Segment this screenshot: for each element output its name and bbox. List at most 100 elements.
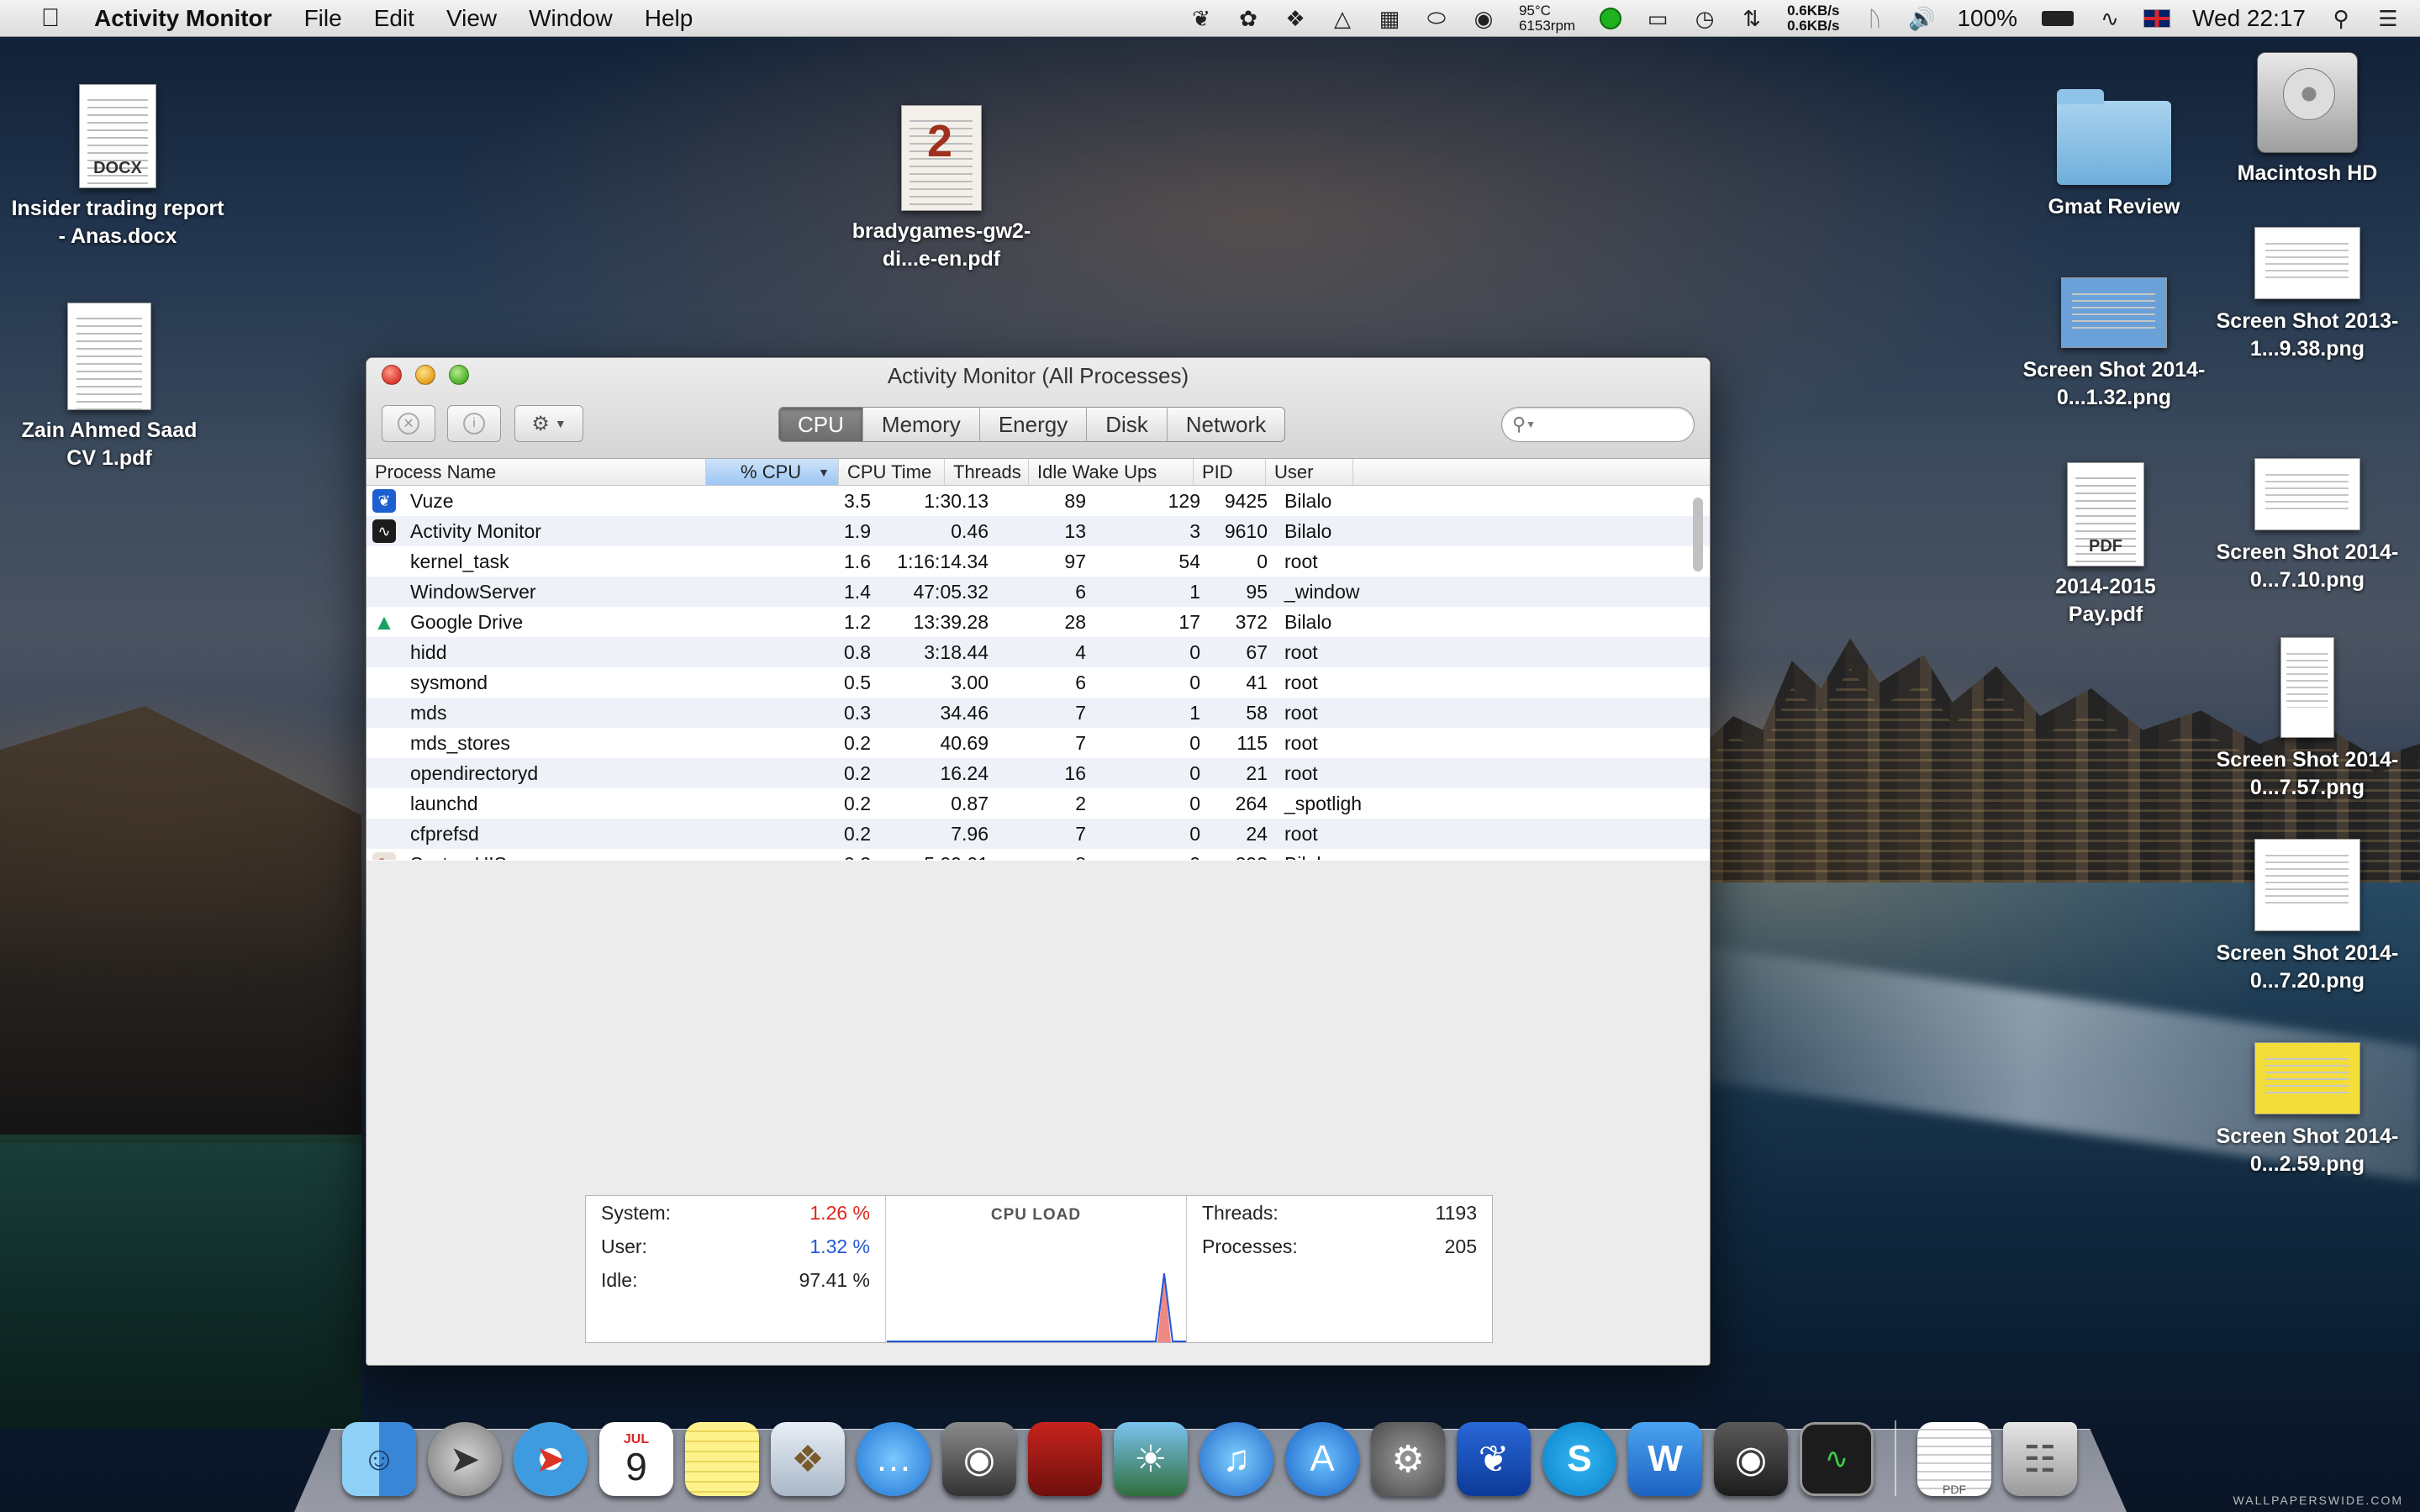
table-row[interactable]: ∿ Activity Monitor 1.9 0.46 13 3 9610 Bilalo <box>366 516 1710 546</box>
pid: 67 <box>1246 640 1268 663</box>
notes-icon[interactable] <box>685 1422 759 1496</box>
menu-view[interactable]: View <box>446 5 497 32</box>
table-row[interactable]: cfprefsd 0.2 7.96 7 0 24 root <box>366 819 1710 849</box>
column-pid[interactable]: PID <box>1194 459 1266 485</box>
network-speed-readout[interactable]: 0.6KB/s 0.6KB/s <box>1787 3 1839 34</box>
user: root <box>1284 731 1318 754</box>
temperature-fan-readout[interactable]: 95°C 6153rpm <box>1519 3 1575 34</box>
google-drive-status-icon[interactable]: △ <box>1329 6 1356 31</box>
table-row[interactable]: opendirectoryd 0.2 16.24 16 0 21 root <box>366 758 1710 788</box>
table-row[interactable]: launchd 0.2 0.87 2 0 264 _spotligh <box>366 788 1710 819</box>
desktop-screenshot-6[interactable]: Screen Shot 2014-0...2.59.png <box>2202 1042 2412 1178</box>
fan-icon[interactable]: ✿ <box>1235 6 1262 31</box>
safari-icon[interactable]: ➤ <box>514 1422 588 1496</box>
steam-icon[interactable]: ◉ <box>1714 1422 1788 1496</box>
bluetooth-icon[interactable]: ᚢ <box>1861 6 1888 31</box>
notification-center-icon[interactable]: ☰ <box>2375 6 2402 31</box>
fan-speed-readout: 6153rpm <box>1518 18 1576 34</box>
window-manager-icon[interactable]: ▦ <box>1376 6 1403 31</box>
idle-wake-ups: 0 <box>1189 822 1200 845</box>
table-row[interactable]: ✎ SystemUIServer0.25:09.0180293Bilalo <box>366 849 1710 860</box>
time-machine-icon[interactable]: ◷ <box>1691 6 1718 31</box>
quit-process-button[interactable]: ✕ <box>382 405 435 442</box>
squirrel-icon[interactable]: ❦ <box>1188 6 1215 31</box>
skype-icon[interactable]: S <box>1542 1422 1616 1496</box>
tab-network[interactable]: Network <box>1168 408 1284 441</box>
column-process-name[interactable]: Process Name <box>366 459 706 485</box>
table-row[interactable]: sysmond 0.5 3.00 6 0 41 root <box>366 667 1710 698</box>
inspect-process-button[interactable]: i <box>447 405 501 442</box>
scrollbar-thumb[interactable] <box>1693 498 1703 572</box>
facetime-icon[interactable]: ◉ <box>942 1422 1016 1496</box>
desktop-screenshot-4[interactable]: Screen Shot 2014-0...7.57.png <box>2202 637 2412 802</box>
iphoto-icon[interactable]: ☀ <box>1114 1422 1188 1496</box>
app-menu[interactable]: Activity Monitor <box>94 5 272 32</box>
table-row[interactable]: ▲ Google Drive 1.2 13:39.28 28 17 372 Bilalo <box>366 607 1710 637</box>
system-preferences-icon[interactable]: ⚙ <box>1371 1422 1445 1496</box>
idle-wake-ups: 0 <box>1189 671 1200 693</box>
finder-icon[interactable]: ☺ <box>342 1422 416 1496</box>
itunes-icon[interactable]: ♫ <box>1199 1422 1273 1496</box>
uk-flag-icon[interactable] <box>2143 6 2171 31</box>
tab-energy[interactable]: Energy <box>980 408 1088 441</box>
eye-icon[interactable]: ◉ <box>1470 6 1497 31</box>
menu-edit[interactable]: Edit <box>374 5 414 32</box>
downloads-stack-icon[interactable]: PDF <box>1917 1422 1991 1496</box>
desktop-screenshot-5[interactable]: Screen Shot 2014-0...7.20.png <box>2202 839 2412 995</box>
apple-menu-icon[interactable]:  <box>32 4 69 33</box>
column-cpu-percent[interactable]: % CPU ▼ <box>706 459 839 485</box>
battery-icon[interactable] <box>2039 6 2076 31</box>
table-scrollbar[interactable] <box>1693 493 1705 854</box>
desktop-screenshot-2[interactable]: Screen Shot 2014-0...1.32.png <box>2005 277 2223 412</box>
search-input[interactable] <box>1542 414 1710 435</box>
table-row[interactable]: mds_stores 0.2 40.69 7 0 115 root <box>366 728 1710 758</box>
tab-memory[interactable]: Memory <box>863 408 980 441</box>
activity-monitor-icon[interactable]: ∿ <box>1800 1422 1874 1496</box>
wifi-icon[interactable]: ∿ <box>2096 6 2123 31</box>
desktop-file-pay[interactable]: PDF 2014-2015 Pay.pdf <box>2017 462 2194 629</box>
photo-booth-icon[interactable] <box>1028 1422 1102 1496</box>
mail-icon[interactable]: ❖ <box>771 1422 845 1496</box>
dropbox-icon[interactable]: ❖ <box>1282 6 1309 31</box>
airplay-icon[interactable]: ▭ <box>1644 6 1671 31</box>
desktop-file-insider-report[interactable]: DOCX Insider trading report - Anas.docx <box>8 84 227 250</box>
messages-icon[interactable]: … <box>857 1422 931 1496</box>
volume-icon[interactable]: 🔊 <box>1908 6 1935 31</box>
table-row[interactable]: WindowServer 1.4 47:05.32 6 1 95 _window <box>366 577 1710 607</box>
column-idle-wake-ups[interactable]: Idle Wake Ups <box>1029 459 1194 485</box>
desktop-screenshot-3[interactable]: Screen Shot 2014-0...7.10.png <box>2202 458 2412 594</box>
desktop-file-bradygames[interactable]: 2 bradygames-gw2-di...e-en.pdf <box>832 105 1051 273</box>
desktop-screenshot-1[interactable]: Screen Shot 2013-1...9.38.png <box>2202 227 2412 363</box>
tab-disk[interactable]: Disk <box>1087 408 1168 441</box>
column-cpu-time[interactable]: CPU Time <box>839 459 945 485</box>
vuze-icon[interactable]: ❦ <box>1457 1422 1531 1496</box>
idle-wake-ups: 0 <box>1189 792 1200 814</box>
battery-percent[interactable]: 100% <box>1957 5 2017 32</box>
column-user[interactable]: User <box>1266 459 1353 485</box>
green-status-icon[interactable] <box>1597 6 1624 31</box>
menu-file[interactable]: File <box>304 5 342 32</box>
tab-cpu[interactable]: CPU <box>779 408 863 441</box>
clock[interactable]: Wed 22:17 <box>2192 5 2306 32</box>
search-field[interactable]: ⚲ ▼ <box>1501 407 1710 442</box>
calendar-icon[interactable]: JUL 9 <box>599 1422 673 1496</box>
trash-icon[interactable]: ☷ <box>2003 1422 2077 1496</box>
table-row[interactable]: hidd 0.8 3:18.44 4 0 67 root <box>366 637 1710 667</box>
column-threads[interactable]: Threads <box>945 459 1029 485</box>
mouse-icon[interactable]: ⬭ <box>1423 5 1450 31</box>
table-row[interactable]: ❦ Vuze 3.5 1:30.13 89 129 9425 Bilalo <box>366 486 1710 516</box>
sync-icon[interactable]: ⇅ <box>1738 6 1765 31</box>
menu-window[interactable]: Window <box>529 5 613 32</box>
desktop-macintosh-hd[interactable]: Macintosh HD <box>2211 52 2404 187</box>
spotlight-search-icon[interactable]: ⚲ <box>2328 6 2354 31</box>
launchpad-icon[interactable]: ➤ <box>428 1422 502 1496</box>
app-store-icon[interactable]: A <box>1285 1422 1359 1496</box>
desktop-folder-gmat[interactable]: Gmat Review <box>2017 89 2211 221</box>
thread-count: 28 <box>1064 610 1086 633</box>
table-row[interactable]: kernel_task 1.6 1:16:14.34 97 54 0 root <box>366 546 1710 577</box>
table-row[interactable]: mds 0.3 34.46 7 1 58 root <box>366 698 1710 728</box>
desktop-file-cv[interactable]: Zain Ahmed Saad CV 1.pdf <box>8 303 210 472</box>
menu-help[interactable]: Help <box>645 5 693 32</box>
action-menu-button[interactable]: ⚙ ▼ <box>514 405 583 442</box>
word-icon[interactable]: W <box>1628 1422 1702 1496</box>
